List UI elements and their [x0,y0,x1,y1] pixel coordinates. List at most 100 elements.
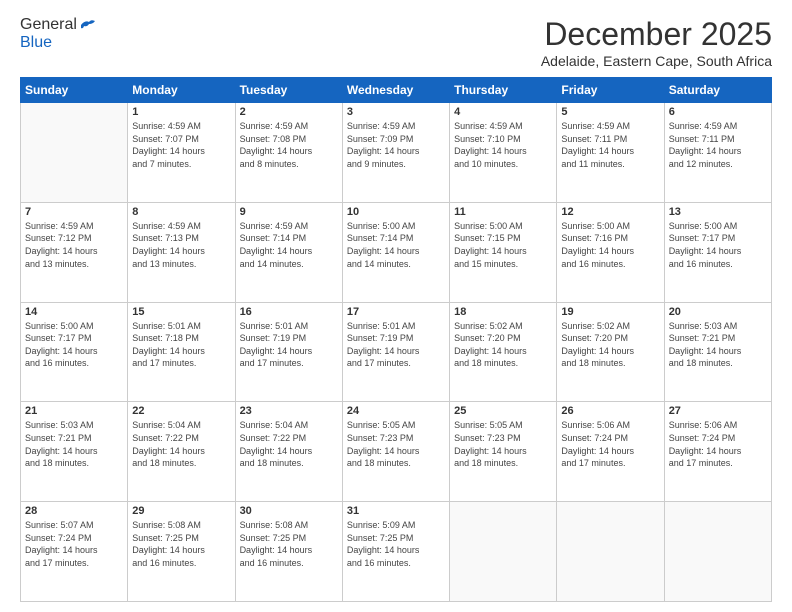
logo-blue-text: Blue [20,34,52,51]
day-number: 16 [240,306,338,318]
table-row: 31 Sunrise: 5:09 AM Sunset: 7:25 PM Dayli… [342,502,449,602]
table-row: 23 Sunrise: 5:04 AM Sunset: 7:22 PM Dayli… [235,402,342,502]
day-info: Sunrise: 5:00 AM Sunset: 7:15 PM Dayligh… [454,220,552,270]
day-info: Sunrise: 5:07 AM Sunset: 7:24 PM Dayligh… [25,519,123,569]
day-info: Sunrise: 5:05 AM Sunset: 7:23 PM Dayligh… [454,419,552,469]
day-number: 10 [347,206,445,218]
table-row: 22Sunrise: 5:04 AM Sunset: 7:22 PM Dayli… [128,402,235,502]
day-number: 17 [347,306,445,318]
table-row: 16 Sunrise: 5:01 AM Sunset: 7:19 PM Dayli… [235,302,342,402]
day-number: 27 [669,405,767,417]
calendar-week-row: 14Sunrise: 5:00 AM Sunset: 7:17 PM Dayli… [21,302,772,402]
calendar-week-row: 1Sunrise: 4:59 AM Sunset: 7:07 PM Daylig… [21,103,772,203]
col-thursday: Thursday [450,78,557,103]
day-info: Sunrise: 5:04 AM Sunset: 7:22 PM Dayligh… [240,419,338,469]
table-row: 8 Sunrise: 4:59 AM Sunset: 7:13 PM Daylig… [128,202,235,302]
day-info: Sunrise: 5:03 AM Sunset: 7:21 PM Dayligh… [669,320,767,370]
table-row: 25 Sunrise: 5:05 AM Sunset: 7:23 PM Dayli… [450,402,557,502]
day-info: Sunrise: 4:59 AM Sunset: 7:12 PM Dayligh… [25,220,123,270]
day-info: Sunrise: 4:59 AM Sunset: 7:14 PM Dayligh… [240,220,338,270]
col-wednesday: Wednesday [342,78,449,103]
table-row [557,502,664,602]
table-row: 9 Sunrise: 4:59 AM Sunset: 7:14 PM Daylig… [235,202,342,302]
table-row [664,502,771,602]
day-number: 26 [561,405,659,417]
day-info: Sunrise: 5:05 AM Sunset: 7:23 PM Dayligh… [347,419,445,469]
day-info: Sunrise: 5:08 AM Sunset: 7:25 PM Dayligh… [240,519,338,569]
logo-bird-icon [79,18,97,32]
table-row: 14Sunrise: 5:00 AM Sunset: 7:17 PM Dayli… [21,302,128,402]
calendar-week-row: 21 Sunrise: 5:03 AM Sunset: 7:21 PM Dayli… [21,402,772,502]
day-info: Sunrise: 5:01 AM Sunset: 7:19 PM Dayligh… [240,320,338,370]
table-row: 4Sunrise: 4:59 AM Sunset: 7:10 PM Daylig… [450,103,557,203]
day-info: Sunrise: 5:09 AM Sunset: 7:25 PM Dayligh… [347,519,445,569]
day-number: 31 [347,505,445,517]
col-sunday: Sunday [21,78,128,103]
table-row [21,103,128,203]
day-number: 7 [25,206,123,218]
day-info: Sunrise: 5:00 AM Sunset: 7:17 PM Dayligh… [25,320,123,370]
day-number: 3 [347,106,445,118]
day-info: Sunrise: 5:02 AM Sunset: 7:20 PM Dayligh… [561,320,659,370]
table-row: 24 Sunrise: 5:05 AM Sunset: 7:23 PM Dayli… [342,402,449,502]
calendar-week-row: 28 Sunrise: 5:07 AM Sunset: 7:24 PM Dayli… [21,502,772,602]
day-info: Sunrise: 5:02 AM Sunset: 7:20 PM Dayligh… [454,320,552,370]
table-row: 26 Sunrise: 5:06 AM Sunset: 7:24 PM Dayli… [557,402,664,502]
table-row: 7 Sunrise: 4:59 AM Sunset: 7:12 PM Daylig… [21,202,128,302]
month-title: December 2025 [541,16,772,53]
day-number: 12 [561,206,659,218]
table-row: 27Sunrise: 5:06 AM Sunset: 7:24 PM Dayli… [664,402,771,502]
day-number: 24 [347,405,445,417]
day-number: 11 [454,206,552,218]
day-number: 21 [25,405,123,417]
day-info: Sunrise: 5:03 AM Sunset: 7:21 PM Dayligh… [25,419,123,469]
table-row: 2Sunrise: 4:59 AM Sunset: 7:08 PM Daylig… [235,103,342,203]
day-number: 9 [240,206,338,218]
day-info: Sunrise: 5:00 AM Sunset: 7:17 PM Dayligh… [669,220,767,270]
day-number: 28 [25,505,123,517]
table-row: 15Sunrise: 5:01 AM Sunset: 7:18 PM Dayli… [128,302,235,402]
day-number: 8 [132,206,230,218]
table-row: 18 Sunrise: 5:02 AM Sunset: 7:20 PM Dayli… [450,302,557,402]
day-info: Sunrise: 5:08 AM Sunset: 7:25 PM Dayligh… [132,519,230,569]
col-tuesday: Tuesday [235,78,342,103]
day-number: 18 [454,306,552,318]
day-number: 25 [454,405,552,417]
header: General Blue December 2025 Adelaide, Eas… [20,16,772,69]
table-row: 6 Sunrise: 4:59 AM Sunset: 7:11 PM Daylig… [664,103,771,203]
day-number: 2 [240,106,338,118]
day-info: Sunrise: 5:01 AM Sunset: 7:19 PM Dayligh… [347,320,445,370]
table-row: 19Sunrise: 5:02 AM Sunset: 7:20 PM Dayli… [557,302,664,402]
table-row [450,502,557,602]
table-row: 11 Sunrise: 5:00 AM Sunset: 7:15 PM Dayli… [450,202,557,302]
day-info: Sunrise: 4:59 AM Sunset: 7:13 PM Dayligh… [132,220,230,270]
day-number: 22 [132,405,230,417]
calendar-week-row: 7 Sunrise: 4:59 AM Sunset: 7:12 PM Daylig… [21,202,772,302]
col-friday: Friday [557,78,664,103]
table-row: 10 Sunrise: 5:00 AM Sunset: 7:14 PM Dayli… [342,202,449,302]
table-row: 5Sunrise: 4:59 AM Sunset: 7:11 PM Daylig… [557,103,664,203]
day-number: 4 [454,106,552,118]
logo-general-text: General [20,16,77,34]
table-row: 1Sunrise: 4:59 AM Sunset: 7:07 PM Daylig… [128,103,235,203]
day-info: Sunrise: 5:06 AM Sunset: 7:24 PM Dayligh… [561,419,659,469]
col-saturday: Saturday [664,78,771,103]
table-row: 12Sunrise: 5:00 AM Sunset: 7:16 PM Dayli… [557,202,664,302]
day-info: Sunrise: 5:00 AM Sunset: 7:14 PM Dayligh… [347,220,445,270]
calendar-table: Sunday Monday Tuesday Wednesday Thursday… [20,77,772,602]
table-row: 21 Sunrise: 5:03 AM Sunset: 7:21 PM Dayli… [21,402,128,502]
day-info: Sunrise: 4:59 AM Sunset: 7:11 PM Dayligh… [669,120,767,170]
col-monday: Monday [128,78,235,103]
table-row: 17 Sunrise: 5:01 AM Sunset: 7:19 PM Dayli… [342,302,449,402]
table-row: 30Sunrise: 5:08 AM Sunset: 7:25 PM Dayli… [235,502,342,602]
table-row: 3Sunrise: 4:59 AM Sunset: 7:09 PM Daylig… [342,103,449,203]
day-number: 29 [132,505,230,517]
day-number: 20 [669,306,767,318]
day-number: 13 [669,206,767,218]
day-number: 23 [240,405,338,417]
table-row: 20 Sunrise: 5:03 AM Sunset: 7:21 PM Dayli… [664,302,771,402]
day-info: Sunrise: 4:59 AM Sunset: 7:11 PM Dayligh… [561,120,659,170]
day-info: Sunrise: 5:01 AM Sunset: 7:18 PM Dayligh… [132,320,230,370]
table-row: 28 Sunrise: 5:07 AM Sunset: 7:24 PM Dayli… [21,502,128,602]
day-number: 6 [669,106,767,118]
